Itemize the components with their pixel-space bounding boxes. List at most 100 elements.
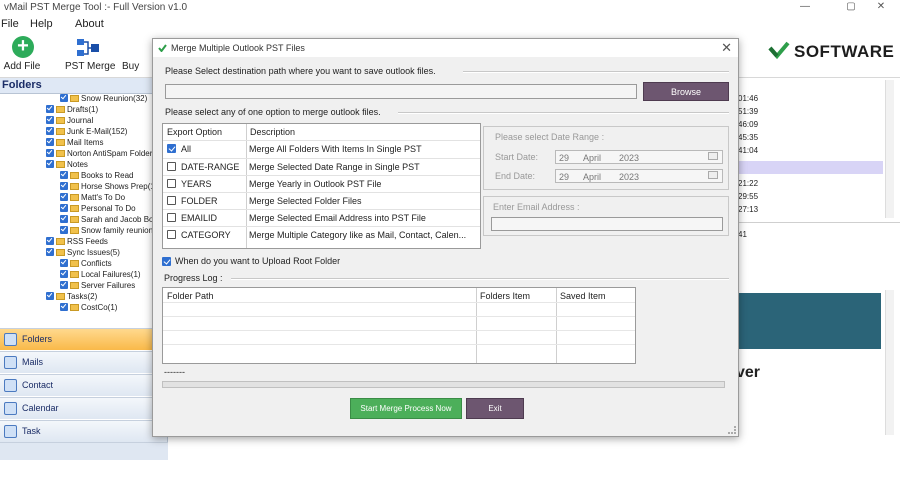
row-line [163,330,635,331]
start-merge-button[interactable]: Start Merge Process Now [350,398,462,419]
column-divider [476,288,477,363]
option-name: All [181,144,192,154]
end-date-picker[interactable]: 29 April 2023 [555,169,723,183]
panel-bottom-bar [0,442,168,460]
message-time[interactable]: 29:55 [738,190,883,203]
pst-merge-button[interactable]: PST Merge [65,34,115,76]
menu-about[interactable]: About [75,18,104,30]
close-window-button[interactable]: ✕ [866,0,896,16]
option-row-folder[interactable]: FOLDER Merge Selected Folder Files [163,192,480,209]
tree-item[interactable]: CostCo(1) [60,303,117,314]
date-range-group: Please select Date Range : Start Date: 2… [483,126,729,190]
message-time[interactable]: 01:46 [738,92,883,105]
calendar-dropdown-icon[interactable] [708,152,718,160]
option-description: Merge Selected Date Range in Single PST [249,162,420,172]
option-checkbox[interactable] [167,162,176,171]
tree-item[interactable]: Sync Issues(5) [46,248,120,259]
tree-item[interactable]: Drafts(1) [46,105,98,116]
message-time[interactable]: 51:39 [738,105,883,118]
nav-folders[interactable]: Folders [0,328,167,350]
logo-text: SOFTWARE [794,42,895,61]
merge-dialog: Merge Multiple Outlook PST Files ✕ Pleas… [152,38,739,437]
tree-item[interactable]: Books to Read [60,171,133,182]
menu-help[interactable]: Help [30,18,53,30]
tree-item[interactable]: Server Failures [60,281,135,292]
option-name: YEARS [181,179,212,189]
option-row-all[interactable]: All Merge All Folders With Items In Sing… [163,140,480,157]
nav-task[interactable]: Task [0,420,167,442]
folder-path-header: Folder Path [167,291,214,301]
app-titlebar: vMail PST Merge Tool :- Full Version v1.… [0,0,900,16]
separator [463,71,729,73]
option-row-date-range[interactable]: DATE-RANGE Merge Selected Date Range in … [163,158,480,175]
tree-item[interactable]: Sarah and Jacob Boo [60,215,158,226]
root-folder-check[interactable] [162,257,171,266]
option-checkbox[interactable] [167,144,176,153]
message-time[interactable]: 27:13 [738,203,883,216]
message-time[interactable]: 45:35 [738,131,883,144]
browse-button[interactable]: Browse [643,82,729,101]
maximize-button[interactable]: ▢ [836,0,866,16]
option-checkbox[interactable] [167,179,176,188]
tree-item[interactable]: Matt's To Do [60,193,125,204]
nav-mails[interactable]: Mails [0,351,167,373]
add-file-button[interactable]: + Add File [0,34,44,76]
message-list-scrollbar[interactable] [885,80,894,218]
tree-item[interactable]: Journal [46,116,93,127]
resize-grip[interactable] [728,426,736,434]
option-name: CATEGORY [181,230,231,240]
app-title: vMail PST Merge Tool :- Full Version v1.… [4,2,188,13]
nav-calendar[interactable]: Calendar [0,397,167,419]
tree-item[interactable]: Conflicts [60,259,112,270]
tree-item[interactable]: Horse Shows Prep(1) [60,182,157,193]
tree-item[interactable]: Junk E-Mail(152) [46,127,127,138]
option-row-category[interactable]: CATEGORY Merge Multiple Category like as… [163,226,480,248]
mail-nav-icon [4,356,17,369]
minimize-button[interactable]: — [790,0,820,16]
tree-item[interactable]: Mail Items [46,138,103,149]
option-name: EMAILID [181,213,218,223]
tree-item[interactable]: Norton AntiSpam Folder [46,149,152,160]
nav-contact[interactable]: Contact [0,374,167,396]
email-address-input[interactable] [491,217,723,231]
tree-item[interactable]: Tasks(2) [46,292,97,303]
buy-button[interactable]: Buy [118,34,152,76]
menu-file[interactable]: File [1,18,19,30]
preview-time: 41 [738,230,747,239]
message-time[interactable]: 46:09 [738,118,883,131]
progress-log-table: Folder Path Folders Item Saved Item [162,287,636,364]
option-checkbox[interactable] [167,196,176,205]
tree-item[interactable]: Notes [46,160,88,171]
option-row-years[interactable]: YEARS Merge Yearly in Outlook PST File [163,175,480,192]
menu-bar: File Help About [0,16,900,32]
tree-item[interactable]: Snow Reunion(32) [60,94,147,105]
row-line [163,316,635,317]
contact-nav-icon [4,379,17,392]
tree-item[interactable]: Snow family reunion(4 [60,226,160,237]
tree-item[interactable]: Local Failures(1) [60,270,141,281]
folders-item-header: Folders Item [480,291,531,301]
export-option-header: Export Option [167,127,223,137]
end-date-label: End Date: [495,171,536,181]
message-time-selected[interactable] [738,161,883,174]
message-time[interactable]: 41:04 [738,144,883,157]
calendar-nav-icon [4,402,17,415]
option-checkbox[interactable] [167,213,176,222]
progress-log-label: Progress Log : [164,273,223,283]
destination-path-input[interactable] [165,84,637,99]
option-row-emailid[interactable]: EMAILID Merge Selected Email Address int… [163,209,480,226]
calendar-dropdown-icon[interactable] [708,171,718,179]
exit-button[interactable]: Exit [466,398,524,419]
start-date-picker[interactable]: 29 April 2023 [555,150,723,164]
export-options-table: Export Option Description All Merge All … [162,123,481,249]
tree-item[interactable]: Personal To Do [60,204,136,215]
tree-item[interactable]: RSS Feeds [46,237,108,248]
dialog-close-button[interactable]: ✕ [721,40,732,56]
options-label: Please select any of one option to merge… [165,107,381,117]
email-address-group: Enter Email Address : [483,196,729,236]
option-checkbox[interactable] [167,230,176,239]
message-time[interactable]: 21:22 [738,177,883,190]
destination-label: Please Select destination path where you… [165,66,436,76]
preview-scrollbar[interactable] [885,290,894,435]
row-line [163,344,635,345]
